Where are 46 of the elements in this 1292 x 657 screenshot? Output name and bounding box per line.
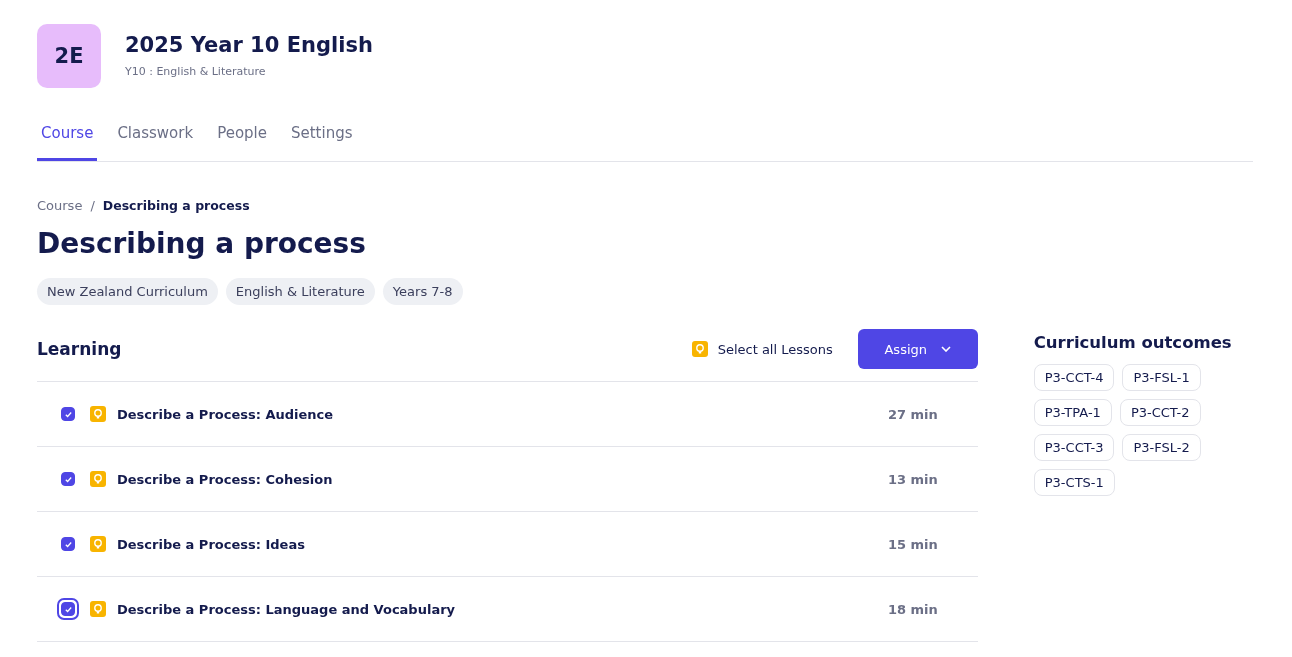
section-heading: Curriculum outcomes	[1033, 333, 1233, 352]
lightbulb-icon	[90, 601, 106, 617]
tag: New Zealand Curriculum	[37, 278, 218, 305]
course-avatar: 2E	[37, 24, 101, 88]
breadcrumb-separator: /	[90, 198, 95, 213]
tab[interactable]: Course	[37, 118, 98, 161]
select-all-button[interactable]: Select all Lessons	[717, 341, 833, 357]
outcome-chip: P3-CCT-3	[1033, 434, 1115, 461]
tag: English & Literature	[225, 278, 375, 305]
checkmark-icon	[63, 539, 73, 549]
checkmark-icon	[63, 474, 73, 484]
tag: Years 7-8	[382, 278, 463, 305]
page-title: Describing a process	[37, 227, 367, 260]
course-title: 2025 Year 10 English	[125, 33, 373, 57]
section-heading: Learning	[37, 339, 122, 359]
lightbulb-icon	[90, 406, 106, 422]
lesson-title[interactable]: Describe a Process: Ideas	[117, 536, 888, 552]
lesson-title[interactable]: Describe a Process: Audience	[117, 406, 888, 422]
course-subtitle: Y10 : English & Literature	[125, 65, 267, 78]
checkmark-icon	[63, 409, 73, 419]
breadcrumb-link[interactable]: Course	[37, 198, 83, 213]
lightbulb-icon	[691, 341, 708, 357]
checkbox[interactable]	[61, 407, 75, 421]
lesson-title[interactable]: Describe a Process: Cohesion	[117, 471, 888, 487]
outcome-chip: P3-CCT-4	[1033, 364, 1115, 391]
outcome-chip: P3-CCT-2	[1119, 399, 1201, 426]
outcome-chip: P3-CTS-1	[1033, 469, 1115, 496]
checkmark-icon	[63, 604, 73, 614]
breadcrumb-current: Describing a process	[102, 198, 250, 213]
lesson-duration: 18 min	[887, 601, 938, 617]
outcome-chip: P3-FSL-1	[1122, 364, 1201, 391]
caret-icon	[941, 346, 951, 352]
assign-button[interactable]: Assign	[857, 329, 978, 369]
lesson-duration: 15 min	[887, 536, 938, 552]
lesson-duration: 13 min	[887, 471, 938, 487]
tab[interactable]: Classwork	[113, 118, 198, 161]
outcome-chip: P3-FSL-2	[1122, 434, 1201, 461]
tab[interactable]: Settings	[287, 118, 357, 161]
lesson-duration: 27 min	[887, 406, 938, 422]
outcome-chip: P3-TPA-1	[1033, 399, 1112, 426]
lesson-title[interactable]: Describe a Process: Language and Vocabulary	[117, 601, 888, 617]
lightbulb-icon	[90, 471, 106, 487]
checkbox[interactable]	[61, 472, 75, 486]
lightbulb-icon	[90, 536, 106, 552]
checkbox[interactable]	[61, 537, 75, 551]
tab[interactable]: People	[213, 118, 271, 161]
